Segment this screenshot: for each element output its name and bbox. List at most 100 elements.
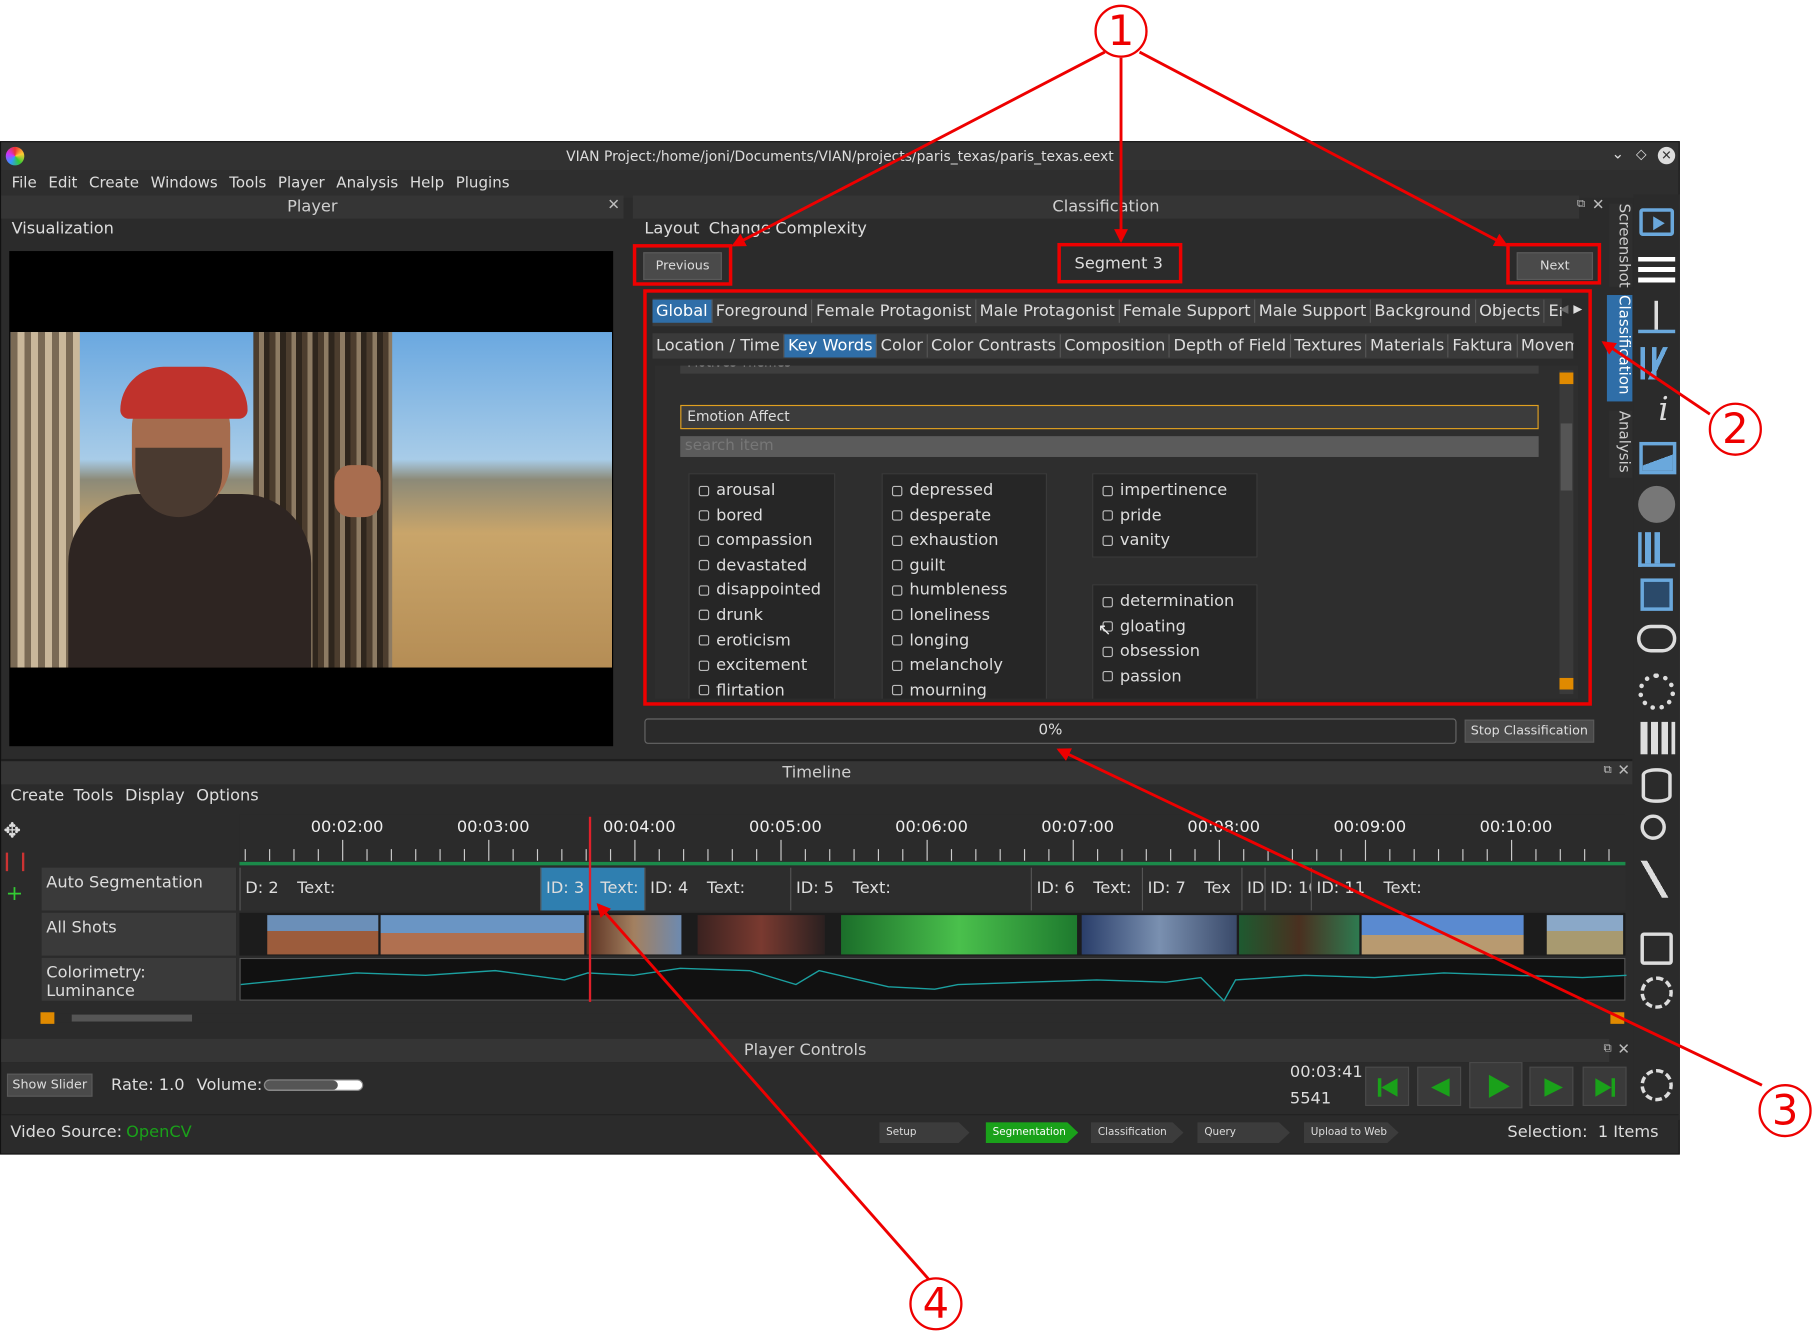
segment-id: ID: 4 xyxy=(650,879,689,898)
side-tab-screenshot[interactable]: Screenshot xyxy=(1609,203,1633,288)
play-button[interactable] xyxy=(1469,1062,1523,1109)
ruler-tick-label: 00:02:00 xyxy=(311,817,384,836)
timeline-scroll-left-icon[interactable] xyxy=(40,1012,55,1024)
segment-id: ID: 11 xyxy=(1316,879,1366,898)
menu-help[interactable]: Help xyxy=(404,170,450,197)
timeline-close-icon[interactable]: ✕ xyxy=(1617,762,1630,779)
pen-icon[interactable] xyxy=(1640,860,1673,898)
color-icon[interactable] xyxy=(1638,485,1676,523)
timeline-scroll-right-icon[interactable] xyxy=(1610,1012,1625,1024)
ruler-tick-label: 00:10:00 xyxy=(1480,817,1553,836)
submenu-change[interactable]: Change xyxy=(709,220,771,239)
segment-6[interactable]: ID: 6 Text: xyxy=(1030,867,1142,911)
timeline-green-line xyxy=(239,861,1626,866)
side-tab-classification[interactable]: Classification xyxy=(1606,295,1633,402)
segment-icon[interactable] xyxy=(1640,347,1676,380)
classification-float-icon[interactable]: ⧉ xyxy=(1577,198,1585,211)
playhead[interactable] xyxy=(588,816,592,1002)
move-tool-icon[interactable]: ✥ xyxy=(3,819,20,843)
timeline-scrollbar[interactable] xyxy=(53,1013,1611,1023)
timeline-menu-options[interactable]: Options xyxy=(196,787,259,806)
menu-edit[interactable]: Edit xyxy=(43,170,84,197)
settings-gear-icon[interactable] xyxy=(1638,673,1676,711)
timeline-icon[interactable] xyxy=(1638,300,1676,334)
info-icon[interactable]: i xyxy=(1643,390,1685,430)
track-label-all-shots[interactable]: All Shots xyxy=(41,912,237,956)
chart-icon[interactable] xyxy=(1638,532,1676,567)
search-icon[interactable] xyxy=(1640,814,1666,840)
list-icon[interactable] xyxy=(1638,256,1676,287)
skip-back-button[interactable] xyxy=(1365,1066,1410,1106)
segment-7[interactable]: ID: 7 Tex xyxy=(1141,867,1241,911)
segment-3[interactable]: ID: 3 Text: xyxy=(540,867,645,911)
sync-icon[interactable] xyxy=(1640,976,1673,1009)
player-controls-float-icon[interactable]: ⧉ xyxy=(1603,1042,1611,1055)
menu-file[interactable]: File xyxy=(1,170,42,197)
video-frame xyxy=(9,251,614,747)
stop-classification-button[interactable]: Stop Classification xyxy=(1464,719,1595,743)
shot-thumb-field xyxy=(1546,915,1624,955)
segment-text: Tex xyxy=(1204,879,1231,898)
menu-tools[interactable]: Tools xyxy=(223,170,272,197)
image-icon[interactable] xyxy=(1639,441,1677,475)
close-icon[interactable]: ✕ xyxy=(1657,146,1676,165)
rate-label: Rate: 1.0 xyxy=(111,1075,185,1095)
highlight-keyword-panel xyxy=(643,289,1592,706)
export-icon[interactable] xyxy=(1640,932,1673,965)
pipeline-icon[interactable] xyxy=(1640,1068,1673,1102)
side-tab-analysis[interactable]: Analysis xyxy=(1609,410,1633,478)
menu-create[interactable]: Create xyxy=(83,170,145,197)
classification-panel-title: Classification xyxy=(632,195,1580,219)
player-controls-close-icon[interactable]: ✕ xyxy=(1617,1041,1630,1058)
skip-forward-button[interactable] xyxy=(1582,1066,1627,1106)
classification-close-icon[interactable]: ✕ xyxy=(1592,197,1605,214)
highlight-segment xyxy=(1057,242,1183,284)
player-controls-title: Player Controls xyxy=(1,1038,1610,1063)
library-icon[interactable] xyxy=(1640,721,1676,755)
cloud-upload-icon[interactable] xyxy=(1636,624,1677,653)
player-icon[interactable] xyxy=(1639,208,1675,237)
segment-5[interactable]: ID: 5 Text: xyxy=(790,867,1031,911)
add-tool-icon[interactable]: + xyxy=(6,882,23,906)
player-close-icon[interactable]: ✕ xyxy=(607,197,620,214)
segment-11[interactable]: ID: 11 Text: xyxy=(1310,867,1626,911)
player-panel-title: Player xyxy=(1,195,624,219)
segment-2[interactable]: D: 2 Text: xyxy=(239,867,540,911)
track-label-luminance[interactable]: Colorimetry: Luminance xyxy=(41,957,237,1001)
submenu-layout[interactable]: Layout xyxy=(644,220,699,239)
segment-id: ID: 3 xyxy=(546,879,585,898)
menu-plugins[interactable]: Plugins xyxy=(450,170,515,197)
step-forward-button[interactable] xyxy=(1529,1066,1574,1106)
step-query[interactable]: Query xyxy=(1197,1122,1290,1144)
track-label-auto-segmentation[interactable]: Auto Segmentation xyxy=(41,867,237,911)
step-back-button[interactable] xyxy=(1417,1066,1462,1106)
maximize-icon[interactable]: ◇ xyxy=(1636,146,1647,162)
step-segmentation[interactable]: Segmentation xyxy=(985,1122,1079,1144)
minimize-icon[interactable]: ⌄ xyxy=(1612,146,1625,163)
timeline-scroll-thumb[interactable] xyxy=(71,1014,193,1022)
split-tool-icon[interactable] xyxy=(5,852,25,872)
segment-4[interactable]: ID: 4 Text: xyxy=(644,867,790,911)
viewport: VIAN Project:/home/joni/Documents/VIAN/p… xyxy=(0,0,1814,1333)
ruler-tick-label: 00:06:00 xyxy=(895,817,968,836)
shot-thumb-sky xyxy=(1361,915,1524,955)
checklist-icon[interactable] xyxy=(1640,578,1673,611)
database-icon[interactable] xyxy=(1641,768,1672,803)
shots-track xyxy=(239,912,1626,956)
shot-thumb-dark xyxy=(697,915,825,955)
timeline-menu-create[interactable]: Create xyxy=(10,787,64,806)
timeline-menu-tools[interactable]: Tools xyxy=(73,787,113,806)
step-upload-to-web[interactable]: Upload to Web xyxy=(1303,1122,1399,1144)
show-slider-button[interactable]: Show Slider xyxy=(6,1073,93,1097)
step-classification[interactable]: Classification xyxy=(1090,1122,1184,1144)
submenu-complexity[interactable]: Complexity xyxy=(775,220,866,239)
segment-9[interactable]: ID: 9 xyxy=(1241,867,1264,911)
timeline-menu-display[interactable]: Display xyxy=(125,787,185,806)
step-setup[interactable]: Setup xyxy=(879,1122,970,1144)
menu-analysis[interactable]: Analysis xyxy=(331,170,405,197)
menu-player[interactable]: Player xyxy=(272,170,330,197)
segment-10[interactable]: ID: 10 xyxy=(1264,867,1311,911)
menu-windows[interactable]: Windows xyxy=(145,170,224,197)
timeline-float-icon[interactable]: ⧉ xyxy=(1603,764,1611,777)
segment-id: ID: 10 xyxy=(1270,879,1310,898)
